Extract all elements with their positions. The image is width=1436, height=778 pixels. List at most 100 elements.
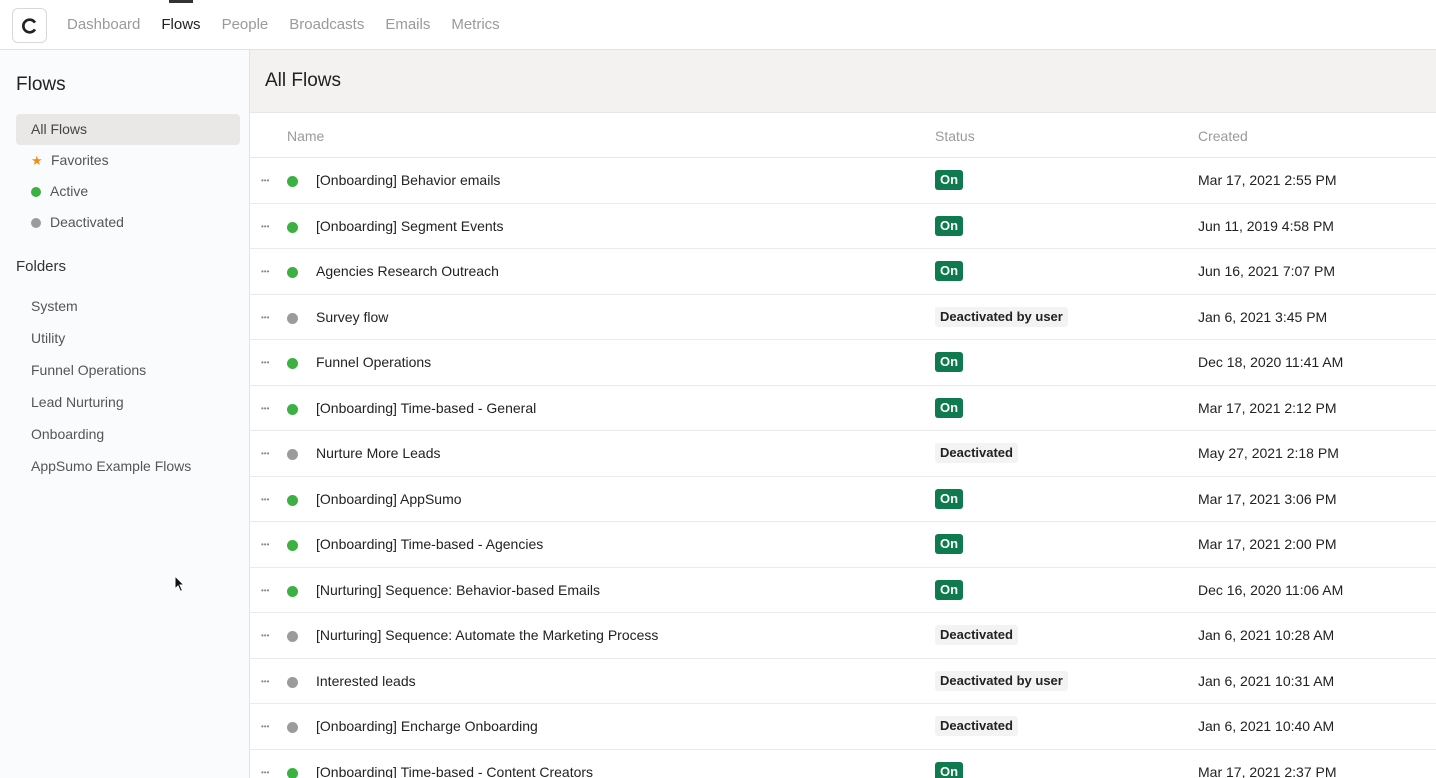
flow-name-link[interactable]: Nurture More Leads [316,445,441,461]
created-date: Jan 6, 2021 3:45 PM [1198,308,1328,325]
sidebar-filter-label: All Flows [31,121,88,137]
status-badge: On [935,170,964,190]
created-date: Mar 17, 2021 2:37 PM [1198,763,1337,778]
column-header-created[interactable]: Created [1198,128,1248,144]
status-badge: On [935,215,964,236]
folder-item[interactable]: Utility [16,322,240,354]
row-menu-icon[interactable]: ••• [261,267,269,276]
table-row[interactable]: ••• [Nurturing] Sequence: Behavior-based … [250,568,1436,613]
main-content: All Flows Name Status Created ••• [Onboar… [250,50,1436,778]
table-row[interactable]: ••• [Onboarding] Time-based - Agencies On M… [250,522,1436,568]
star-icon: ★ [31,153,43,168]
nav-item-dashboard[interactable]: Dashboard [67,0,140,50]
grey-dot-icon [31,217,41,228]
row-menu-icon[interactable]: ••• [261,176,269,185]
row-menu-icon[interactable]: ••• [261,313,269,322]
table-row[interactable]: ••• [Onboarding] Segment Events On Jun 11, … [250,204,1436,249]
row-menu-icon[interactable]: ••• [261,449,269,458]
sidebar-filter-all-flows[interactable]: All Flows [16,114,240,145]
active-status-dot-icon [287,267,298,278]
row-menu-icon[interactable]: ••• [261,586,269,595]
status-badge: On [935,488,964,509]
flow-filter-list: All Flows ★ Favorites Active Deactivated [16,114,240,238]
top-navigation-bar: Dashboard Flows People Broadcasts Emails Metr… [0,0,1436,50]
flow-name-link[interactable]: [Onboarding] AppSumo [316,491,462,507]
row-menu-icon[interactable]: ••• [261,404,269,413]
nav-item-flows[interactable]: Flows [161,0,201,50]
column-header-name[interactable]: Name [287,128,324,144]
sidebar-filter-deactivated[interactable]: Deactivated [16,207,240,238]
sidebar-filter-label: Favorites [51,152,109,168]
table-row[interactable]: ••• Survey flow Deactivated by user Jan 6, … [250,295,1436,340]
active-status-dot-icon [287,358,298,369]
table-row[interactable]: ••• [Onboarding] Encharge Onboarding Deact… [250,704,1436,750]
nav-item-people[interactable]: People [222,0,269,50]
table-row[interactable]: ••• Funnel Operations On Dec 18, 2020 11:41… [250,340,1436,386]
flow-name-link[interactable]: [Onboarding] Time-based - Agencies [316,536,543,552]
row-menu-icon[interactable]: ••• [261,358,269,367]
table-row[interactable]: ••• Nurture More Leads Deactivated May 27, … [250,431,1436,477]
flow-name-link[interactable]: Interested leads [316,673,416,689]
table-row[interactable]: ••• [Onboarding] AppSumo On Mar 17, 2021 3:… [250,477,1436,522]
status-badge: Deactivated [935,443,1018,463]
inactive-status-dot-icon [287,722,298,733]
status-badge: Deactivated by user [935,306,1068,327]
folder-list: System Utility Funnel Operations Lead Nurtu… [16,290,240,482]
status-badge: On [935,761,964,778]
sidebar-filter-label: Active [50,183,89,199]
nav-item-metrics[interactable]: Metrics [451,0,499,50]
sidebar: Flows All Flows ★ Favorites Active Deactivat… [0,50,250,778]
sidebar-filter-favorites[interactable]: ★ Favorites [16,145,240,176]
column-header-status[interactable]: Status [935,128,975,144]
flow-name-link[interactable]: [Onboarding] Time-based - General [316,400,536,416]
created-date: Jan 6, 2021 10:40 AM [1198,718,1335,734]
flow-name-link[interactable]: [Nurturing] Sequence: Automate the Marke… [316,627,658,643]
status-badge: On [935,352,964,372]
row-menu-icon[interactable]: ••• [261,722,269,731]
nav-item-emails[interactable]: Emails [385,0,430,50]
folder-item[interactable]: System [16,290,240,322]
folder-item[interactable]: Onboarding [16,418,240,450]
flow-name-link[interactable]: Agencies Research Outreach [316,263,499,279]
row-menu-icon[interactable]: ••• [261,222,269,231]
sidebar-filter-active[interactable]: Active [16,176,240,207]
app-logo-icon[interactable] [12,8,47,43]
created-date: Jan 6, 2021 10:28 AM [1198,627,1335,643]
flows-table-body: ••• [Onboarding] Behavior emails On Mar 17,… [250,158,1436,778]
green-dot-icon [31,186,41,197]
table-row[interactable]: ••• [Onboarding] Behavior emails On Mar 17,… [250,158,1436,204]
table-header: Name Status Created [250,113,1436,158]
row-menu-icon[interactable]: ••• [261,631,269,640]
active-status-dot-icon [287,540,298,551]
active-status-dot-icon [287,494,298,506]
flow-name-link[interactable]: Survey flow [316,309,388,325]
flow-name-link[interactable]: [Onboarding] Behavior emails [316,172,500,188]
row-menu-icon[interactable]: ••• [261,540,269,549]
row-menu-icon[interactable]: ••• [261,677,269,686]
table-row[interactable]: ••• [Onboarding] Time-based - General On Ma… [250,386,1436,431]
flow-name-link[interactable]: [Onboarding] Time-based - Content Creato… [316,764,593,778]
flow-name-link[interactable]: Funnel Operations [316,354,431,370]
table-row[interactable]: ••• [Onboarding] Time-based - Content Cre… [250,750,1436,778]
sidebar-title: Flows [16,74,66,95]
table-row[interactable]: ••• Agencies Research Outreach On Jun 16, 2… [250,249,1436,295]
created-date: Jun 11, 2019 4:58 PM [1198,217,1334,234]
created-date: Jun 16, 2021 7:07 PM [1198,263,1335,279]
folder-item[interactable]: Funnel Operations [16,354,240,386]
table-row[interactable]: ••• Interested leads Deactivated by user Ja… [250,659,1436,704]
flow-name-link[interactable]: [Onboarding] Encharge Onboarding [316,718,538,734]
status-badge: Deactivated [935,716,1018,736]
active-status-dot-icon [287,403,298,415]
folder-item[interactable]: Lead Nurturing [16,386,240,418]
nav-item-broadcasts[interactable]: Broadcasts [289,0,364,50]
folders-heading: Folders [16,258,67,275]
status-badge: Deactivated by user [935,670,1068,691]
flow-name-link[interactable]: [Nurturing] Sequence: Behavior-based Ema… [316,582,600,598]
row-menu-icon[interactable]: ••• [261,495,269,504]
folder-item[interactable]: AppSumo Example Flows [16,450,240,482]
active-status-dot-icon [287,767,298,778]
flow-name-link[interactable]: [Onboarding] Segment Events [316,218,504,234]
table-row[interactable]: ••• [Nurturing] Sequence: Automate the Ma… [250,613,1436,659]
row-menu-icon[interactable]: ••• [261,768,269,777]
status-badge: On [935,534,964,554]
